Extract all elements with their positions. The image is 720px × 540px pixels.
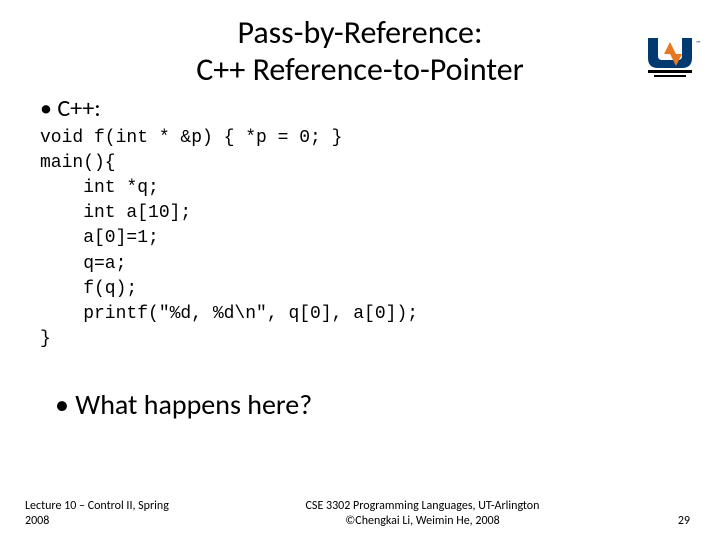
title-line-2: C++ Reference-to-Pointer	[30, 52, 690, 89]
content-section: C++: void f(int * &p) { *p = 0; } main()…	[40, 94, 690, 353]
slide-title: Pass-by-Reference: C++ Reference-to-Poin…	[30, 15, 690, 89]
footer-course-line2: ©Chengkai Li, Weimin He, 2008	[195, 514, 650, 528]
slide-footer: Lecture 10 – Control II, Spring 2008 CSE…	[0, 499, 720, 528]
uta-logo: ℠	[640, 30, 700, 85]
code-snippet: void f(int * &p) { *p = 0; } main(){ int…	[40, 126, 690, 353]
bullet-cpp: C++:	[40, 94, 690, 123]
what-happens-bullet: What happens here?	[55, 387, 690, 422]
slide-container: ℠ Pass-by-Reference: C++ Reference-to-Po…	[0, 0, 720, 540]
page-number: 29	[650, 514, 690, 528]
footer-course-info: CSE 3302 Programming Languages, UT-Arlin…	[195, 499, 650, 528]
footer-course-line1: CSE 3302 Programming Languages, UT-Arlin…	[195, 499, 650, 513]
question-section: What happens here?	[55, 387, 690, 422]
title-line-1: Pass-by-Reference:	[30, 15, 690, 52]
svg-text:℠: ℠	[696, 39, 700, 47]
footer-lecture-info: Lecture 10 – Control II, Spring 2008	[25, 499, 195, 528]
